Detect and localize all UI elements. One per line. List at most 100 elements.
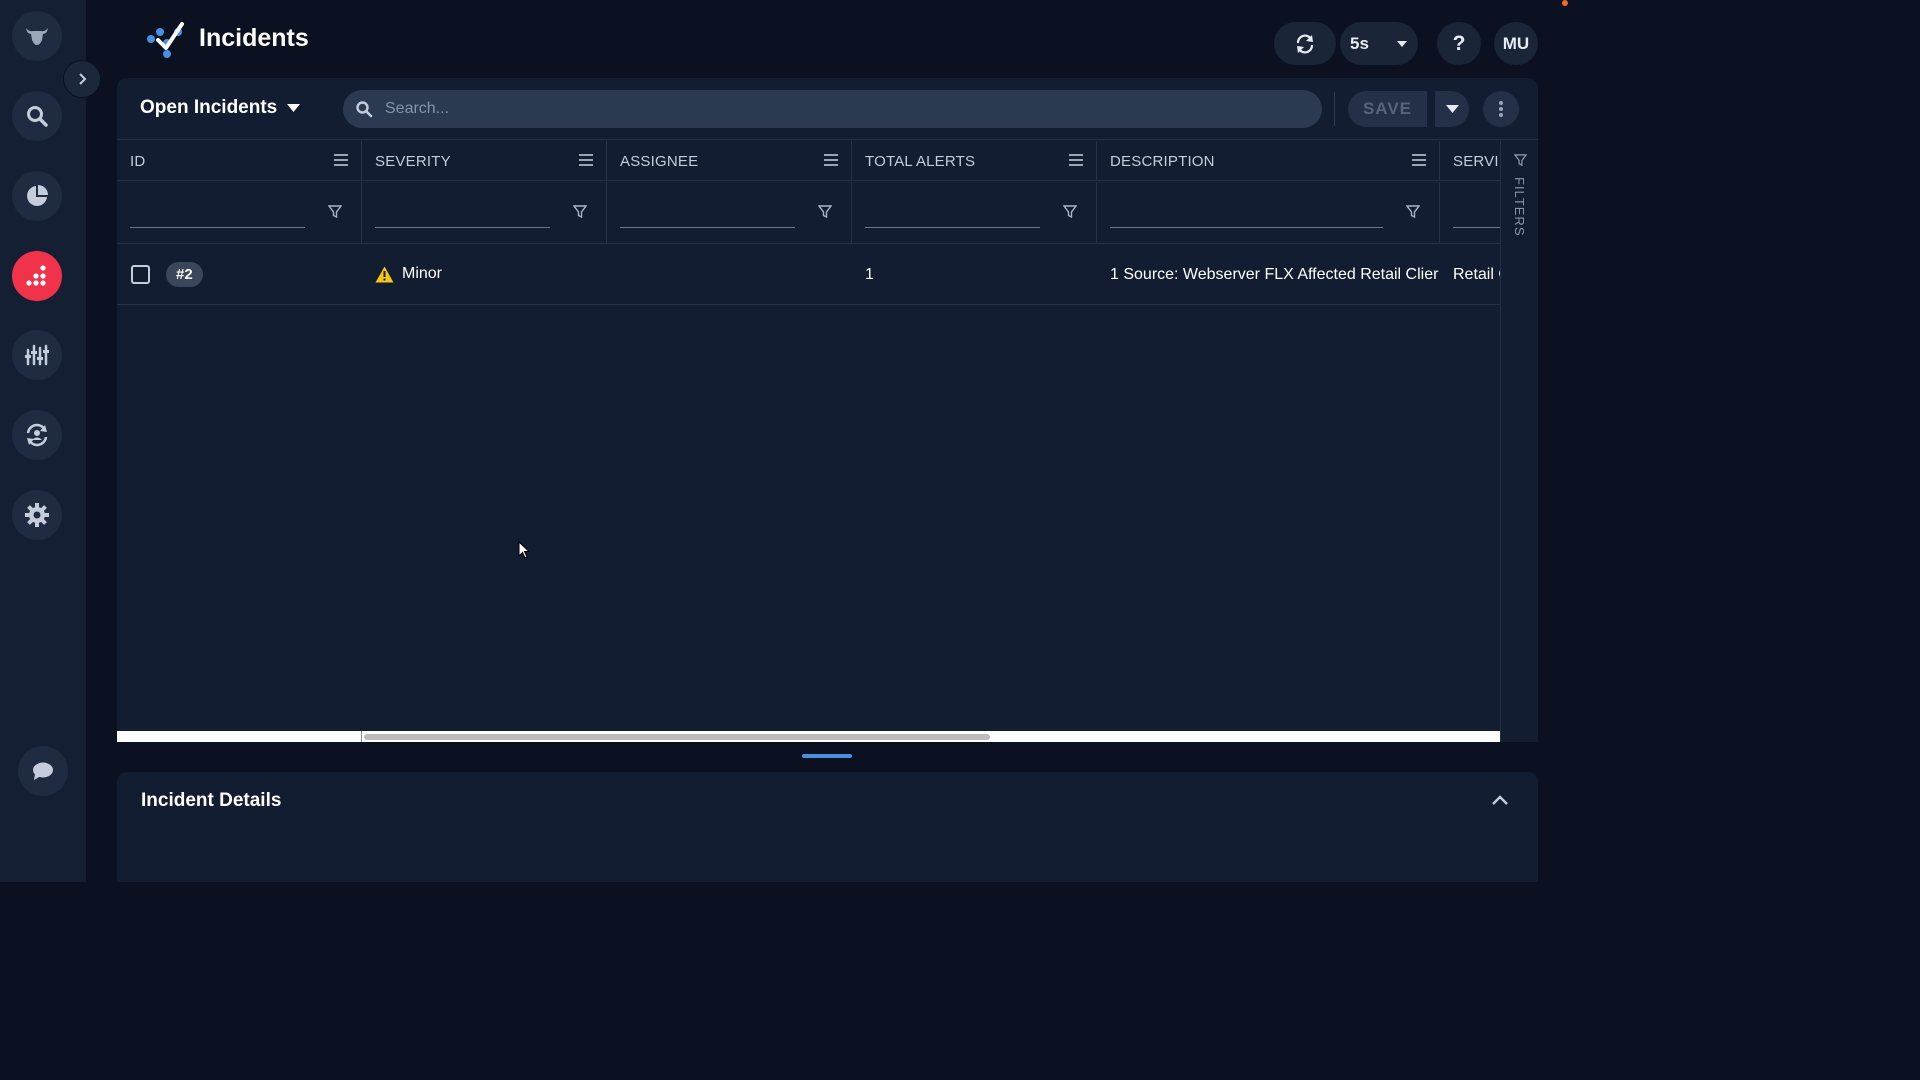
incidents-panel: Open Incidents SAVE [117,78,1538,742]
column-label: ASSIGNEE [620,153,699,170]
row-select-checkbox[interactable] [131,265,150,284]
filter-icon[interactable] [328,205,342,219]
panel-resize-handle[interactable] [802,754,852,758]
severity-label: Minor [402,265,443,282]
nav-rail [0,0,86,882]
scrollbar-thumb[interactable] [364,734,990,740]
filter-cell-service [1440,182,1500,243]
filter-input-assignee[interactable] [620,204,795,228]
filters-side-panel-toggle[interactable]: FILTERS [1500,141,1538,742]
column-menu-icon[interactable] [1069,154,1083,166]
table-row[interactable]: #2 Minor 1 1 Source: Webserver FLX Affec… [117,245,1500,305]
column-menu-icon[interactable] [579,154,593,166]
search-icon [356,101,373,118]
filter-input-id[interactable] [130,204,305,228]
column-header-description[interactable]: DESCRIPTION [1097,141,1440,180]
more-options-button[interactable] [1483,91,1519,127]
column-menu-icon[interactable] [824,154,838,166]
nav-dashboards[interactable] [12,171,62,221]
refresh-button[interactable] [1274,22,1336,65]
caret-down-icon [1445,105,1459,113]
filter-cell-assignee [607,182,852,243]
sliders-icon [25,344,49,366]
cell-assignee [607,245,852,304]
page-header: Incidents 5s ? MU [86,0,1568,78]
cell-severity: Minor [362,245,607,304]
table-filter-row [117,182,1500,244]
help-icon: ? [1452,31,1466,55]
notification-dot [1562,0,1568,6]
chevron-down-icon [1397,40,1407,47]
total-alerts-value: 1 [865,266,874,283]
chat-icon [33,762,53,780]
column-header-service[interactable]: SERVI [1440,141,1500,180]
column-header-id[interactable]: ID [117,141,362,180]
filter-icon [1514,154,1527,167]
filter-icon[interactable] [1063,205,1077,219]
view-name: Open Incidents [140,97,278,118]
filter-input-severity[interactable] [375,204,550,228]
cell-total-alerts: 1 [852,245,1097,304]
incidents-table: ID SEVERITY ASSIGNEE TOTAL ALERTS DESCRI… [117,141,1500,731]
nav-settings[interactable] [12,490,62,540]
filter-icon[interactable] [818,205,832,219]
filter-cell-id [117,182,362,243]
page-title: Incidents [199,24,309,52]
column-label: SEVERITY [375,153,451,170]
incident-id-badge[interactable]: #2 [166,262,203,287]
column-header-assignee[interactable]: ASSIGNEE [607,141,852,180]
column-label: SERVI [1453,153,1499,170]
incidents-icon [26,265,46,286]
column-label: DESCRIPTION [1110,153,1215,170]
description-value: 1 Source: Webserver FLX Affected Retail … [1110,266,1439,283]
refresh-interval-select[interactable]: 5s [1340,22,1418,65]
chevron-right-icon [79,73,87,85]
filter-cell-severity [362,182,607,243]
user-initials: MU [1502,33,1530,53]
nav-automation[interactable] [12,410,62,460]
column-menu-icon[interactable] [334,154,348,166]
filter-cell-description [1097,182,1440,243]
nav-settings-sliders[interactable] [12,330,62,380]
help-button[interactable]: ? [1437,22,1481,65]
filter-cell-total-alerts [852,182,1097,243]
filter-input-total-alerts[interactable] [865,204,1040,228]
incidents-app-icon [147,22,184,58]
gear-icon [25,503,49,527]
column-label: TOTAL ALERTS [865,153,976,170]
scrollbar-pinned-divider [361,731,362,742]
bull-logo-icon [26,28,48,45]
filter-input-description[interactable] [1110,204,1383,228]
incident-details-panel: Incident Details [117,772,1538,882]
filter-icon[interactable] [1406,205,1420,219]
user-avatar[interactable]: MU [1494,22,1538,65]
nav-incidents[interactable] [12,251,62,301]
caret-down-icon [287,104,301,112]
save-button[interactable]: SAVE [1348,91,1427,127]
filter-input-service[interactable] [1453,204,1500,228]
chevron-up-icon[interactable] [1490,790,1510,810]
search-input[interactable] [385,100,1285,118]
chat-button[interactable] [18,746,68,796]
cell-description: 1 Source: Webserver FLX Affected Retail … [1097,245,1440,304]
column-label: ID [130,153,146,170]
horizontal-scrollbar[interactable] [117,731,1500,742]
expand-sidebar-button[interactable] [63,60,101,98]
details-title: Incident Details [141,790,282,811]
column-header-total-alerts[interactable]: TOTAL ALERTS [852,141,1097,180]
refresh-icon [1296,34,1314,53]
nav-search[interactable] [12,91,62,141]
home-logo-button[interactable] [12,11,62,61]
severity-value: Minor [375,265,442,283]
save-options-button[interactable] [1435,91,1469,127]
column-header-severity[interactable]: SEVERITY [362,141,607,180]
mouse-cursor-icon [518,541,530,559]
refresh-interval-value: 5s [1350,33,1369,53]
warning-icon [375,266,394,282]
view-selector[interactable]: Open Incidents [140,97,301,119]
filter-icon[interactable] [573,205,587,219]
column-menu-icon[interactable] [1412,154,1426,166]
incidents-toolbar: Open Incidents SAVE [117,78,1538,140]
filters-label: FILTERS [1512,177,1527,237]
search-icon [27,106,48,127]
